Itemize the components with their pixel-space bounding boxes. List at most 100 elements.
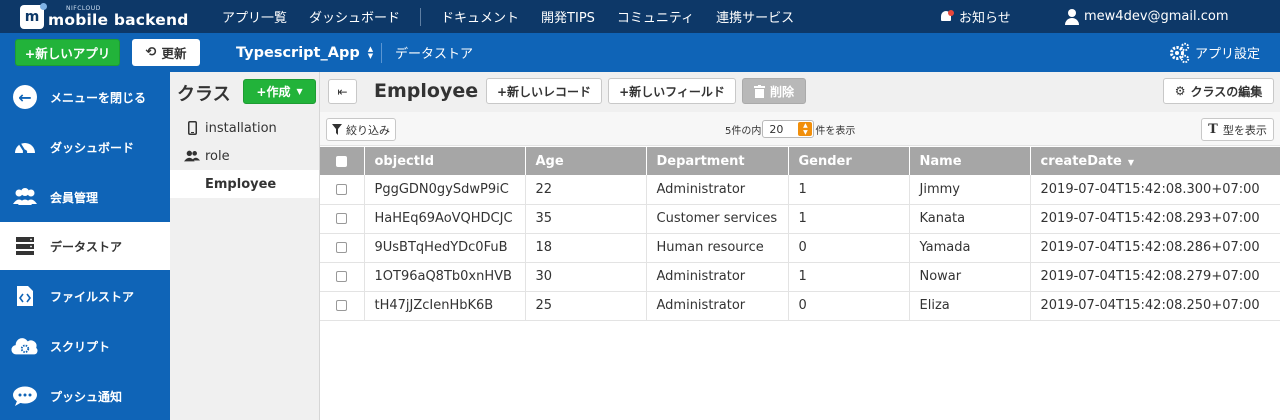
toggle-class-panel-button[interactable]: ⇤ (328, 79, 357, 104)
table-row[interactable]: PggGDN0gySdwP9iC 22 Administrator 1 Jimm… (320, 175, 1280, 205)
breadcrumb: データストア (395, 47, 474, 62)
users-icon (13, 188, 37, 205)
cell-gender[interactable]: 0 (788, 233, 910, 263)
per-page-control: 5件の内 20 ▲ ▼ 件を表示 (725, 119, 855, 139)
table-row[interactable]: 9UsBTqHedYDc0FuB 18 Human resource 0 Yam… (320, 233, 1280, 263)
nav-integrations[interactable]: 連携サービス (716, 7, 794, 26)
cell-department[interactable]: Administrator (646, 291, 789, 321)
delete-label: 削除 (769, 84, 794, 99)
top-bar: m NIFCLOUD mobile backend アプリ一覧 ダッシュボード … (0, 0, 1280, 33)
row-checkbox[interactable] (336, 213, 348, 224)
app-selector[interactable]: Typescript_App ▲ ▼ (236, 33, 373, 72)
table-row[interactable]: tH47jJZcIenHbK6B 25 Administrator 0 Eliz… (320, 291, 1280, 321)
cell-createdate[interactable]: 2019-07-04T15:42:08.279+07:00 (1030, 262, 1280, 292)
nav-community[interactable]: コミュニティ (617, 7, 694, 26)
new-field-button[interactable]: +新しいフィールド (608, 78, 736, 104)
sidebar-item-filestore[interactable]: ファイルストア (0, 271, 170, 321)
cell-age[interactable]: 22 (525, 175, 647, 205)
type-t-icon: T (1208, 122, 1218, 137)
cell-objectid[interactable]: HaHEq69AoVQHDCJC (364, 204, 526, 234)
cell-department[interactable]: Customer services (646, 204, 789, 234)
database-icon (16, 237, 34, 255)
column-header-gender[interactable]: Gender (788, 147, 910, 175)
gear-icon: ⚙ (1174, 84, 1186, 98)
cell-gender[interactable]: 1 (788, 175, 910, 205)
cell-createdate[interactable]: 2019-07-04T15:42:08.286+07:00 (1030, 233, 1280, 263)
table-row[interactable]: 1OT96aQ8Tb0xnHVB 30 Administrator 1 Nowa… (320, 262, 1280, 292)
class-item-installation[interactable]: installation (170, 114, 319, 142)
nav-dev-tips[interactable]: 開発TIPS (541, 7, 595, 26)
class-item-role[interactable]: role (170, 142, 319, 170)
notice-link[interactable]: お知らせ (939, 0, 1011, 33)
row-checkbox[interactable] (336, 242, 348, 253)
cell-department[interactable]: Administrator (646, 262, 789, 292)
gauge-icon (15, 143, 35, 155)
sidebar-item-datastore[interactable]: データストア (0, 222, 170, 270)
cell-name[interactable]: Eliza (909, 291, 1031, 321)
delete-button[interactable]: 削除 (742, 78, 806, 104)
sidebar-item-script[interactable]: スクリプト (0, 321, 170, 371)
cell-gender[interactable]: 1 (788, 204, 910, 234)
cell-objectid[interactable]: PggGDN0gySdwP9iC (364, 175, 526, 205)
cell-age[interactable]: 35 (525, 204, 647, 234)
cell-objectid[interactable]: 1OT96aQ8Tb0xnHVB (364, 262, 526, 292)
row-checkbox[interactable] (336, 271, 348, 282)
class-panel: クラス +作成 ▼ installation role Employee (170, 72, 320, 420)
cell-name[interactable]: Kanata (909, 204, 1031, 234)
cell-age[interactable]: 30 (525, 262, 647, 292)
row-checkbox[interactable] (336, 183, 348, 195)
column-header-department[interactable]: Department (646, 147, 789, 175)
column-header-age[interactable]: Age (525, 147, 647, 175)
user-menu[interactable]: mew4dev@gmail.com (1064, 0, 1229, 33)
cell-age[interactable]: 18 (525, 233, 647, 263)
filter-button[interactable]: 絞り込み (326, 118, 396, 141)
nav-divider (420, 7, 422, 26)
class-item-employee[interactable]: Employee (170, 170, 319, 198)
cell-objectid[interactable]: tH47jJZcIenHbK6B (364, 291, 526, 321)
nav-documents[interactable]: ドキュメント (441, 7, 519, 26)
sidebar-item-dashboard[interactable]: ダッシュボード (0, 122, 170, 172)
cell-name[interactable]: Jimmy (909, 175, 1031, 205)
class-name-title: Employee (374, 80, 479, 102)
cell-createdate[interactable]: 2019-07-04T15:42:08.293+07:00 (1030, 204, 1280, 234)
column-header-name[interactable]: Name (909, 147, 1031, 175)
sidebar-item-members[interactable]: 会員管理 (0, 172, 170, 222)
per-page-stepper[interactable]: 20 ▲ ▼ (762, 120, 815, 138)
new-app-button[interactable]: +新しいアプリ (15, 39, 120, 66)
cell-gender[interactable]: 1 (788, 262, 910, 292)
sidebar-item-push[interactable]: プッシュ通知 (0, 371, 170, 420)
sidebar-item-label: メニューを閉じる (50, 90, 147, 105)
cell-department[interactable]: Administrator (646, 175, 789, 205)
column-header-objectid[interactable]: objectId (364, 147, 526, 175)
create-label: +作成 (256, 85, 291, 99)
edit-class-button[interactable]: ⚙ クラスの編集 (1163, 78, 1274, 104)
column-header-createdate[interactable]: createDate ▼ (1030, 147, 1280, 175)
cell-createdate[interactable]: 2019-07-04T15:42:08.250+07:00 (1030, 291, 1280, 321)
refresh-button[interactable]: ⟲ 更新 (132, 39, 200, 66)
brand-logo[interactable]: m NIFCLOUD mobile backend (20, 3, 189, 31)
cell-age[interactable]: 25 (525, 291, 647, 321)
cell-gender[interactable]: 0 (788, 291, 910, 321)
sidebar-item-label: ファイルストア (50, 289, 135, 304)
nav-app-list[interactable]: アプリ一覧 (222, 7, 287, 26)
select-all-cell (320, 147, 365, 175)
stepper-arrows-icon[interactable]: ▲ ▼ (798, 122, 813, 136)
new-record-button[interactable]: +新しいレコード (486, 78, 602, 104)
sidebar-item-label: データストア (50, 239, 123, 254)
column-header-label: createDate (1040, 153, 1122, 169)
app-settings-button[interactable]: アプリ設定 (1168, 33, 1260, 72)
cell-createdate[interactable]: 2019-07-04T15:42:08.300+07:00 (1030, 175, 1280, 205)
cell-department[interactable]: Human resource (646, 233, 789, 263)
create-class-button[interactable]: +作成 ▼ (243, 79, 316, 104)
nav-dashboard[interactable]: ダッシュボード (309, 7, 400, 26)
app-bar: +新しいアプリ ⟲ 更新 Typescript_App ▲ ▼ データストア アプ… (0, 33, 1280, 72)
sidebar-item-close-menu[interactable]: ← メニューを閉じる (0, 72, 170, 122)
table-row[interactable]: HaHEq69AoVQHDCJC 35 Customer services 1 … (320, 204, 1280, 234)
show-types-button[interactable]: T 型を表示 (1201, 118, 1274, 141)
row-checkbox[interactable] (336, 300, 348, 311)
cell-name[interactable]: Yamada (909, 233, 1031, 263)
cell-objectid[interactable]: 9UsBTqHedYDc0FuB (364, 233, 526, 263)
select-arrows-icon: ▲ ▼ (367, 44, 374, 60)
cell-name[interactable]: Nowar (909, 262, 1031, 292)
select-all-checkbox[interactable] (336, 155, 348, 167)
